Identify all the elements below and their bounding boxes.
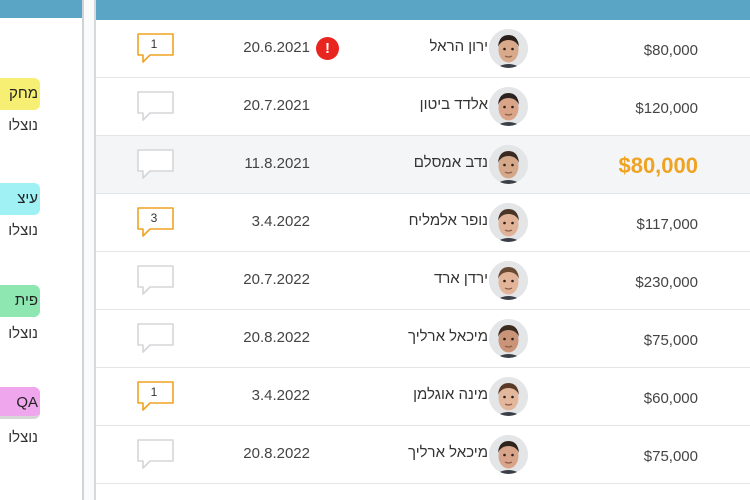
amount-cell: $80,000 (643, 42, 698, 59)
comments-icon[interactable] (136, 438, 174, 470)
amount-cell: $75,000 (643, 448, 698, 465)
amount-cell: $80,000 (618, 153, 698, 178)
amount-cell: $117,000 (636, 216, 698, 233)
avatar (489, 29, 528, 68)
amount-cell: $120,000 (635, 100, 698, 117)
person-name[interactable]: ירון הראל (430, 38, 488, 55)
avatar (489, 203, 528, 242)
date-cell: 11.8.2021 (244, 155, 310, 172)
group-tag-content[interactable]: מחק (0, 78, 40, 110)
date-cell: 20.8.2022 (243, 329, 310, 346)
person-name[interactable]: אלדד ביטון (420, 96, 488, 113)
person-name[interactable]: נופר אלמליח (409, 212, 488, 229)
comments-icon[interactable]: 1 (136, 32, 174, 64)
amount-cell: $75,000 (643, 332, 698, 349)
date-cell: 20.7.2022 (243, 271, 310, 288)
alert-icon[interactable]: ! (316, 37, 339, 60)
date-cell: 20.8.2022 (243, 445, 310, 462)
person-name[interactable]: מיכאל ארליך (408, 444, 488, 461)
table-row[interactable]: 20.7.2021 אלדד ביטון $120,000 (96, 78, 750, 136)
panel-gutter (84, 0, 94, 500)
comments-icon[interactable] (136, 148, 174, 180)
avatar (489, 319, 528, 358)
avatar (489, 435, 528, 474)
table-row[interactable]: 20.8.2022 מיכאל ארליך $75,000 (96, 426, 750, 484)
group-usage-label: נוצלו (8, 325, 38, 342)
table-row[interactable]: 11.8.2021 נדב אמסלם $80,000 (96, 136, 750, 194)
comments-icon[interactable] (136, 322, 174, 354)
date-cell: 20.6.2021 (243, 39, 310, 56)
amount-cell: $230,000 (635, 274, 698, 291)
group-usage-label: נוצלו (8, 429, 38, 446)
comments-icon[interactable] (136, 90, 174, 122)
date-cell: 3.4.2022 (251, 213, 310, 230)
table-row[interactable]: 20.7.2022 ירדן ארד $230,000 (96, 252, 750, 310)
left-sidebar: מחק נוצלו עיצ נוצלו פית נוצלו QA נוצלו (0, 0, 84, 500)
person-name[interactable]: ירדן ארד (434, 270, 488, 287)
person-name[interactable]: מינה אוגלמן (413, 386, 488, 403)
group-tag-qa[interactable]: QA (0, 387, 40, 419)
group-tag-design[interactable]: עיצ (0, 183, 40, 215)
table-header-bar (96, 0, 750, 20)
person-name[interactable]: מיכאל ארליך (408, 328, 488, 345)
table-row[interactable]: 1 3.4.2022 מינה אוגלמן $60,000 (96, 368, 750, 426)
data-table: 1 20.6.2021 ! ירון הראל $80,000 20.7.202… (96, 0, 750, 500)
comment-count: 3 (150, 211, 158, 225)
group-usage-label: נוצלו (8, 117, 38, 134)
comments-icon[interactable]: 1 (136, 380, 174, 412)
comment-count: 1 (150, 37, 158, 51)
sidebar-header-bar (0, 0, 84, 18)
comment-count: 1 (150, 385, 158, 399)
amount-cell: $60,000 (643, 390, 698, 407)
avatar (489, 145, 528, 184)
comments-icon[interactable] (136, 264, 174, 296)
group-tag-development[interactable]: פית (0, 285, 40, 317)
comments-icon[interactable]: 3 (136, 206, 174, 238)
person-name[interactable]: נדב אמסלם (414, 154, 488, 171)
group-usage-label: נוצלו (8, 222, 38, 239)
table-row[interactable]: 3 3.4.2022 נופר אלמליח $117,000 (96, 194, 750, 252)
avatar (489, 377, 528, 416)
date-cell: 3.4.2022 (251, 387, 310, 404)
date-cell: 20.7.2021 (243, 97, 310, 114)
table-row[interactable]: 1 20.6.2021 ! ירון הראל $80,000 (96, 20, 750, 78)
avatar (489, 261, 528, 300)
table-row[interactable]: 20.8.2022 מיכאל ארליך $75,000 (96, 310, 750, 368)
avatar (489, 87, 528, 126)
